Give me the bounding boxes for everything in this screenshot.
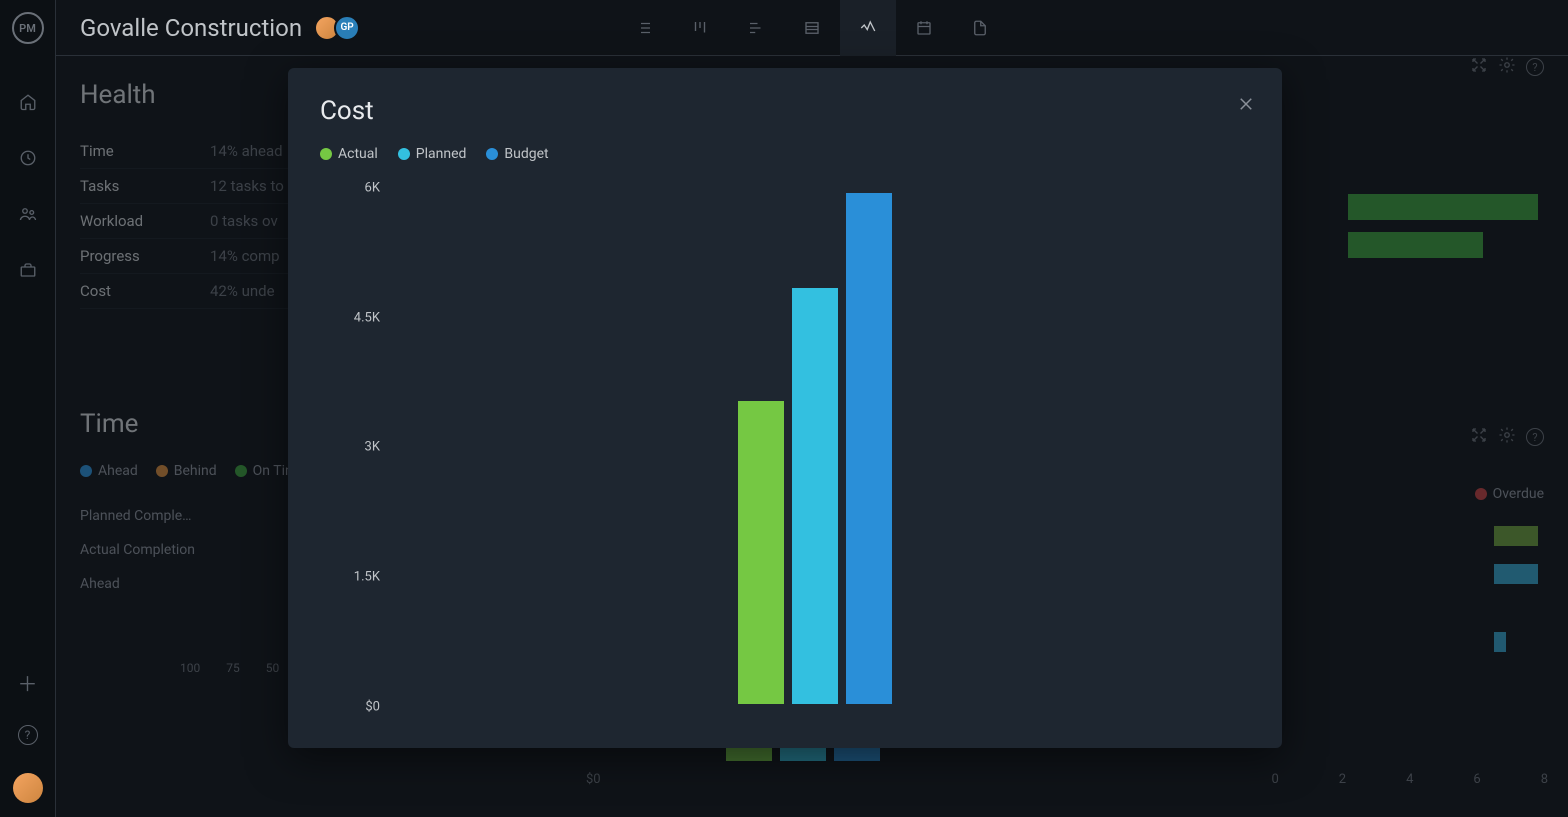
panel-controls: ?: [1470, 426, 1544, 448]
help-icon[interactable]: ?: [1526, 428, 1544, 446]
bar-planned[interactable]: [792, 288, 838, 704]
legend-item: Actual: [320, 146, 378, 162]
health-row: Progress14% comp: [80, 239, 310, 274]
bar-budget[interactable]: [846, 193, 892, 704]
chart-bars: [738, 193, 892, 704]
home-icon[interactable]: [16, 90, 40, 114]
panel-controls: ?: [1470, 56, 1544, 78]
gear-icon[interactable]: [1498, 56, 1516, 78]
project-members[interactable]: GP: [320, 15, 360, 41]
gear-icon[interactable]: [1498, 426, 1516, 448]
health-row: Tasks12 tasks to: [80, 169, 310, 204]
tasks-mini-bars: [1494, 526, 1538, 652]
expand-icon[interactable]: [1470, 426, 1488, 448]
health-row: Cost42% unde: [80, 274, 310, 309]
cost-axis-zero: $0: [586, 772, 601, 787]
bar-actual[interactable]: [738, 401, 784, 704]
tab-list[interactable]: [616, 0, 672, 56]
cost-legend: Actual Planned Budget: [320, 146, 1250, 162]
tab-calendar[interactable]: [896, 0, 952, 56]
view-tabs: [616, 0, 1008, 56]
modal-title: Cost: [320, 96, 1250, 126]
overdue-legend: Overdue: [1475, 486, 1544, 502]
tab-sheet[interactable]: [784, 0, 840, 56]
people-icon[interactable]: [16, 202, 40, 226]
cost-modal: Cost Actual Planned Budget 6K 4.5K 3K 1.…: [288, 68, 1282, 748]
health-row: Workload0 tasks ov: [80, 204, 310, 239]
briefcase-icon[interactable]: [16, 258, 40, 282]
close-button[interactable]: [1232, 90, 1260, 118]
help-icon[interactable]: ?: [1526, 58, 1544, 76]
avatar[interactable]: GP: [334, 15, 360, 41]
tab-dashboard[interactable]: [840, 0, 896, 56]
tab-gantt[interactable]: [728, 0, 784, 56]
legend-item: Planned: [398, 146, 467, 162]
expand-icon[interactable]: [1470, 56, 1488, 78]
cost-chart: 6K 4.5K 3K 1.5K $0: [340, 172, 1250, 712]
help-button[interactable]: ?: [18, 725, 38, 745]
app-logo[interactable]: PM: [12, 12, 44, 44]
legend-item: Budget: [486, 146, 548, 162]
right-axis: 02468: [1271, 772, 1548, 787]
progress-bars: [1348, 194, 1538, 270]
health-row: Time14% ahead: [80, 134, 310, 169]
clock-icon[interactable]: [16, 146, 40, 170]
project-title: Govalle Construction: [80, 14, 302, 42]
user-avatar[interactable]: [13, 773, 43, 803]
top-bar: Govalle Construction GP: [56, 0, 1568, 56]
tab-board[interactable]: [672, 0, 728, 56]
tab-files[interactable]: [952, 0, 1008, 56]
left-nav-rail: PM ＋ ?: [0, 0, 56, 817]
add-button[interactable]: ＋: [18, 668, 38, 697]
y-axis: 6K 4.5K 3K 1.5K $0: [340, 172, 380, 712]
